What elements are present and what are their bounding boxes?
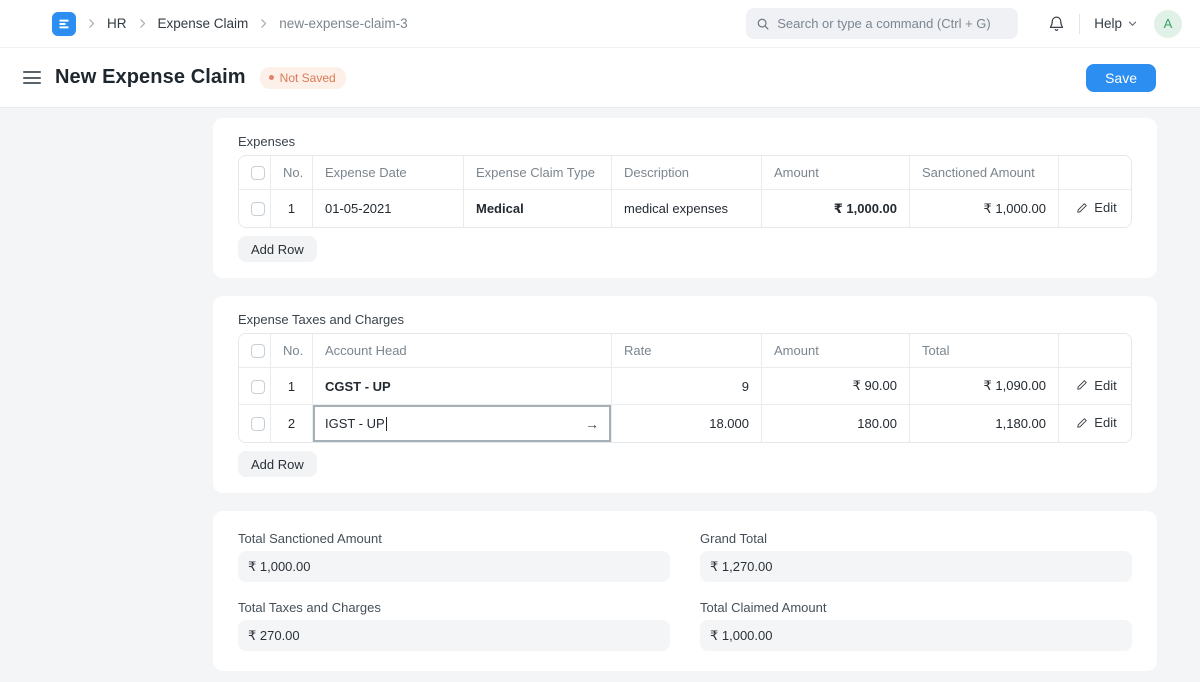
total-cell[interactable]: ₹ 1,090.00 [910, 368, 1059, 405]
rate-cell[interactable]: 18.000 [612, 405, 762, 442]
breadcrumb-chevron-icon [136, 17, 149, 30]
amount-cell[interactable]: ₹ 90.00 [762, 368, 910, 405]
user-avatar[interactable]: A [1154, 10, 1182, 38]
taxes-header-row: No. Account Head Rate Amount Total [239, 334, 1132, 368]
edit-pencil-icon [1076, 379, 1088, 391]
breadcrumb-chevron-icon [85, 17, 98, 30]
total-sanctioned-amount-value: ₹ 1,000.00 [238, 551, 670, 582]
col-header-total: Total [910, 334, 1059, 368]
navbar-divider [1079, 14, 1080, 34]
expenses-grid: No. Expense Date Expense Claim Type Desc… [239, 156, 1132, 227]
col-header-description: Description [612, 156, 762, 190]
select-all-checkbox[interactable] [251, 166, 265, 180]
taxes-add-row-button[interactable]: Add Row [238, 451, 317, 477]
total-cell[interactable]: 1,180.00 [910, 405, 1059, 442]
col-header-no: No. [271, 156, 313, 190]
amount-cell[interactable]: ₹ 1,000.00 [762, 190, 910, 227]
taxes-section: Expense Taxes and Charges No. Account He… [213, 296, 1157, 493]
field-label: Total Taxes and Charges [238, 600, 670, 615]
col-header-amount: Amount [762, 334, 910, 368]
breadcrumb-current-doc: new-expense-claim-3 [279, 16, 407, 31]
expenses-section: Expenses No. Expense Date Expense Claim … [213, 118, 1157, 278]
edit-pencil-icon [1076, 417, 1088, 429]
field-total-taxes-and-charges: Total Taxes and Charges ₹ 270.00 [238, 600, 670, 651]
save-button[interactable]: Save [1086, 64, 1156, 92]
account-head-input-value: IGST - UP [325, 416, 385, 431]
col-header-sanctioned-amount: Sanctioned Amount [910, 156, 1059, 190]
col-header-account-head: Account Head [313, 334, 612, 368]
edit-pencil-icon [1076, 202, 1088, 214]
edit-label: Edit [1094, 415, 1116, 430]
field-label: Total Claimed Amount [700, 600, 1132, 615]
status-dot-icon [269, 75, 274, 80]
help-menu[interactable]: Help [1094, 16, 1138, 31]
field-label: Grand Total [700, 531, 1132, 546]
taxes-grid: No. Account Head Rate Amount Total 1 CGS… [239, 334, 1132, 442]
taxes-section-label: Expense Taxes and Charges [238, 312, 1132, 327]
col-header-edit [1059, 334, 1132, 368]
navbar-right-cluster: Help A [746, 8, 1182, 39]
field-label: Total Sanctioned Amount [238, 531, 670, 546]
row-edit-button[interactable]: Edit [1071, 378, 1122, 393]
expenses-add-row-button[interactable]: Add Row [238, 236, 317, 262]
page-title: New Expense Claim [55, 66, 246, 89]
account-head-input-cell[interactable]: IGST - UP → [313, 405, 612, 442]
total-taxes-and-charges-value: ₹ 270.00 [238, 620, 670, 651]
totals-section: Total Sanctioned Amount ₹ 1,000.00 Grand… [213, 511, 1157, 671]
search-icon [756, 17, 770, 31]
expense-row-1: 1 01-05-2021 Medical medical expenses ₹ … [239, 190, 1132, 227]
col-header-expense-claim-type: Expense Claim Type [464, 156, 612, 190]
status-badge: Not Saved [260, 67, 346, 89]
sanctioned-amount-cell[interactable]: ₹ 1,000.00 [910, 190, 1059, 227]
row-checkbox[interactable] [251, 202, 265, 216]
help-label: Help [1094, 16, 1122, 31]
field-total-sanctioned-amount: Total Sanctioned Amount ₹ 1,000.00 [238, 531, 670, 582]
field-total-claimed-amount: Total Claimed Amount ₹ 1,000.00 [700, 600, 1132, 651]
description-cell[interactable]: medical expenses [612, 190, 762, 227]
amount-cell[interactable]: 180.00 [762, 405, 910, 442]
row-checkbox[interactable] [251, 417, 265, 431]
global-search[interactable] [746, 8, 1018, 39]
tax-row-2-editing: 2 IGST - UP → 18.000 180.00 1,180.00 [239, 405, 1132, 442]
edit-label: Edit [1094, 200, 1116, 215]
col-header-no: No. [271, 334, 313, 368]
row-number: 2 [271, 405, 313, 442]
row-edit-button[interactable]: Edit [1071, 200, 1122, 215]
col-header-rate: Rate [612, 334, 762, 368]
expenses-header-row: No. Expense Date Expense Claim Type Desc… [239, 156, 1132, 190]
form-body: Expenses No. Expense Date Expense Claim … [213, 108, 1157, 671]
grand-total-value: ₹ 1,270.00 [700, 551, 1132, 582]
status-badge-label: Not Saved [280, 71, 336, 85]
page-header: New Expense Claim Not Saved Save [0, 48, 1200, 108]
col-header-edit [1059, 156, 1132, 190]
expense-date-cell[interactable]: 01-05-2021 [313, 190, 464, 227]
app-logo-icon[interactable] [52, 12, 76, 36]
search-input[interactable] [777, 16, 1008, 31]
breadcrumb-hr[interactable]: HR [107, 16, 127, 31]
chevron-down-icon [1127, 18, 1138, 29]
total-claimed-amount-value: ₹ 1,000.00 [700, 620, 1132, 651]
top-navbar: HR Expense Claim new-expense-claim-3 Hel… [0, 0, 1200, 48]
rate-cell[interactable]: 9 [612, 368, 762, 405]
field-grand-total: Grand Total ₹ 1,270.00 [700, 531, 1132, 582]
row-number: 1 [271, 368, 313, 405]
expenses-section-label: Expenses [238, 134, 1132, 149]
notifications-bell-icon[interactable] [1048, 15, 1065, 32]
breadcrumb-expense-claim[interactable]: Expense Claim [158, 16, 249, 31]
open-link-arrow-icon[interactable]: → [585, 416, 599, 432]
avatar-initial: A [1164, 16, 1173, 31]
breadcrumb-chevron-icon [257, 17, 270, 30]
tax-row-1: 1 CGST - UP 9 ₹ 90.00 ₹ 1,090.00 Edit [239, 368, 1132, 405]
row-number: 1 [271, 190, 313, 227]
row-checkbox[interactable] [251, 380, 265, 394]
sidebar-toggle-menu-icon[interactable] [23, 71, 41, 84]
account-head-cell[interactable]: CGST - UP [313, 368, 612, 405]
col-header-expense-date: Expense Date [313, 156, 464, 190]
select-all-checkbox[interactable] [251, 344, 265, 358]
expense-claim-type-cell[interactable]: Medical [464, 190, 612, 227]
col-header-amount: Amount [762, 156, 910, 190]
row-edit-button[interactable]: Edit [1071, 415, 1122, 430]
text-cursor [386, 417, 388, 431]
edit-label: Edit [1094, 378, 1116, 393]
